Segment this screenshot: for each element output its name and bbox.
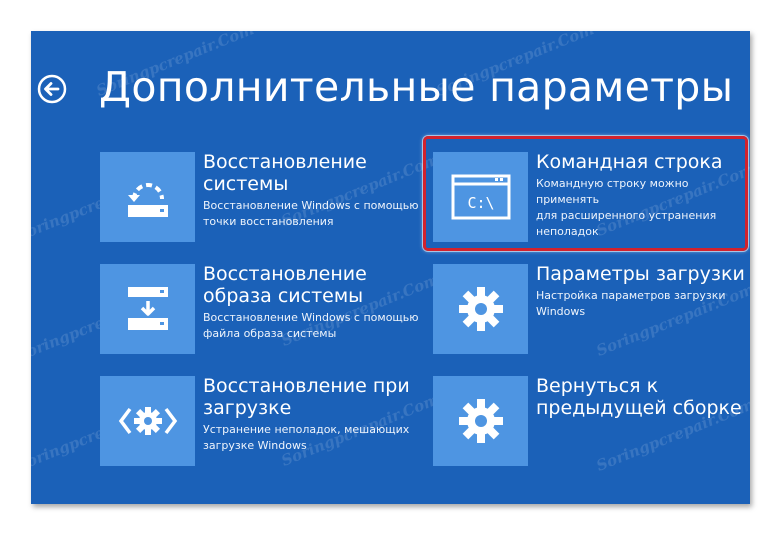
- tile-description: Windows: [536, 305, 586, 318]
- tile-title: образа системы: [203, 285, 364, 307]
- tile-system-restore[interactable]: Восстановление системы Восстановление Wi…: [100, 151, 419, 242]
- tile-icon-box: [433, 376, 528, 466]
- back-button[interactable]: [37, 74, 67, 104]
- tile-icon-box: [433, 264, 528, 354]
- tile-icon-box: C:\: [433, 152, 528, 242]
- tile-title: Восстановление: [203, 263, 367, 285]
- tile-title: предыдущей сборке: [536, 397, 742, 419]
- gear-icon: [458, 399, 503, 443]
- tile-title: Параметры загрузки: [536, 263, 745, 285]
- tile-title: системы: [203, 173, 289, 195]
- tile-startup-repair[interactable]: Восстановление при загрузке Устранение н…: [100, 375, 410, 466]
- tile-description: Устранение неполадок, мешающих: [203, 423, 410, 436]
- tile-previous-build[interactable]: Вернуться к предыдущей сборке: [433, 375, 742, 466]
- tile-title: Восстановление: [203, 151, 367, 173]
- image-recovery-icon: [127, 287, 168, 330]
- tile-command-prompt[interactable]: C:\ Командная строка Командную строку мо…: [433, 151, 750, 242]
- tile-title: Командная строка: [536, 151, 723, 173]
- back-arrow-icon: [37, 74, 67, 104]
- tile-description: Командную строку можно применять: [536, 177, 689, 206]
- tile-title: Восстановление при: [203, 375, 410, 397]
- tile-startup-settings[interactable]: Параметры загрузки Настройка параметров …: [433, 263, 745, 354]
- tile-title: Вернуться к: [536, 375, 659, 397]
- tile-image-recovery[interactable]: Восстановление образа системы Восстановл…: [100, 263, 419, 354]
- tile-icon-box: [100, 264, 195, 354]
- gear-icon: [458, 287, 503, 331]
- tile-title: загрузке: [203, 397, 292, 419]
- tile-description: для расширенного устранения: [536, 209, 717, 222]
- tile-description: Настройка параметров загрузки: [536, 289, 726, 302]
- tile-icon-box: [100, 152, 195, 242]
- tile-description: неполадок: [536, 225, 599, 238]
- advanced-options-screen: Soringpcrepair.Com Soringpcrepair.Com So…: [31, 31, 750, 504]
- startup-repair-icon: [118, 407, 177, 435]
- tile-description: Восстановление Windows с помощью: [203, 199, 419, 212]
- tile-description: Восстановление Windows с помощью: [203, 311, 419, 324]
- command-prompt-icon: C:\: [451, 174, 510, 220]
- tile-description: точки восстановления: [203, 215, 334, 228]
- tile-description: файла образа системы: [203, 327, 337, 340]
- command-prompt-icon-text: C:\: [467, 194, 494, 212]
- tile-description: загрузке Windows: [203, 439, 307, 452]
- page-title: Дополнительные параметры: [99, 63, 734, 111]
- system-restore-icon: [127, 183, 168, 217]
- tile-icon-box: [100, 376, 195, 466]
